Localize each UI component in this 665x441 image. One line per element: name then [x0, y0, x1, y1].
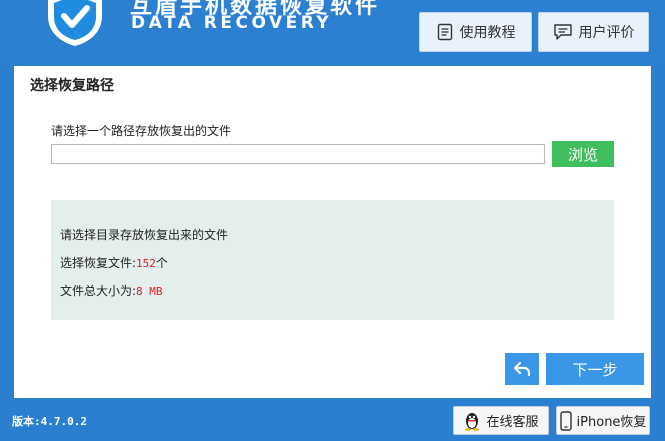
recovery-path-panel: 选择恢复路径 请选择一个路径存放恢复出的文件 浏览 请选择目录存放恢复出来的文件…: [14, 66, 651, 398]
chat-bubble-icon: [553, 24, 572, 40]
iphone-recovery-label: iPhone恢复: [576, 415, 647, 430]
path-input[interactable]: [51, 144, 545, 164]
section-title: 选择恢复路径: [30, 78, 114, 94]
recovery-info-box: 请选择目录存放恢复出来的文件 选择恢复文件:152个 文件总大小为:8 MB: [51, 200, 614, 320]
iphone-recovery-button[interactable]: iPhone恢复: [556, 406, 650, 435]
files-count-row: 选择恢复文件:152个: [60, 254, 168, 271]
online-service-label: 在线客服: [486, 415, 539, 430]
files-count-unit: 个: [155, 256, 168, 270]
document-list-icon: [437, 23, 452, 41]
back-button[interactable]: [505, 353, 539, 385]
review-button[interactable]: 用户评价: [538, 12, 649, 52]
online-service-button[interactable]: 在线客服: [453, 406, 549, 435]
tutorial-label: 使用教程: [459, 25, 516, 41]
total-size-row: 文件总大小为:8 MB: [60, 282, 163, 299]
browse-button[interactable]: 浏览: [552, 141, 614, 167]
files-count-value: 152: [136, 257, 156, 270]
path-prompt-label: 请选择一个路径存放恢复出的文件: [51, 124, 232, 138]
app-subtitle: DATA RECOVERY: [131, 13, 333, 33]
total-size-label: 文件总大小为:: [60, 284, 137, 298]
total-size-value: 8 MB: [136, 285, 163, 298]
tutorial-button[interactable]: 使用教程: [419, 12, 532, 52]
review-label: 用户评价: [578, 25, 635, 41]
app-header: 互盾手机数据恢复软件 DATA RECOVERY 使用教程 用户评价: [0, 0, 665, 62]
qq-penguin-icon: [465, 412, 480, 431]
back-arrow-icon: [513, 361, 531, 377]
version-label: 版本:4.7.0.2: [12, 415, 87, 428]
info-instruction: 请选择目录存放恢复出来的文件: [60, 228, 229, 242]
phone-icon: [559, 410, 572, 431]
shield-check-icon: [48, 0, 102, 46]
files-count-label: 选择恢复文件:: [60, 256, 137, 270]
next-step-button[interactable]: 下一步: [546, 353, 644, 385]
